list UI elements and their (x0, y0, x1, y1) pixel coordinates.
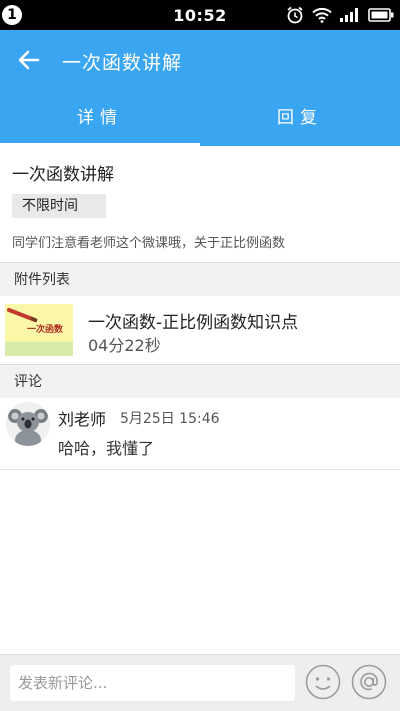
time-limit-tag: 不限时间 (12, 194, 106, 218)
video-thumbnail: 一次函数 (5, 304, 73, 356)
attachment-title: 一次函数-正比例函数知识点 (88, 313, 299, 333)
emoji-button[interactable] (305, 664, 341, 700)
wifi-icon (312, 7, 332, 23)
detail-title: 一次函数讲解 (12, 165, 114, 185)
app-bar: 一次函数讲解 (0, 30, 400, 90)
avatar[interactable] (6, 402, 50, 446)
page-title: 一次函数讲解 (62, 52, 183, 74)
koala-avatar-icon (6, 402, 50, 446)
comment-author: 刘老师 (58, 410, 107, 429)
status-bar: 1 10:52 (0, 0, 400, 30)
back-button[interactable] (14, 46, 44, 74)
at-sign-icon (351, 664, 387, 700)
status-icons (286, 6, 394, 24)
comment-text: 哈哈，我懂了 (58, 439, 155, 458)
tab-bar: 详情 回复 (0, 90, 400, 146)
attachment-duration: 04分22秒 (88, 336, 161, 355)
attachment-item[interactable]: 一次函数 一次函数-正比例函数知识点 04分22秒 (0, 298, 400, 364)
tab-details[interactable]: 详情 (0, 90, 200, 146)
arrow-left-icon (18, 50, 40, 70)
signal-icon (340, 8, 358, 22)
alarm-icon (287, 6, 303, 24)
comments-header: 评论 (0, 364, 400, 398)
thumbnail-text: 一次函数 (27, 325, 64, 335)
comment-time: 5月25日 15:46 (120, 411, 220, 427)
comment-input[interactable] (10, 665, 295, 701)
comment-item: 刘老师 5月25日 15:46 哈哈，我懂了 (0, 398, 400, 470)
compose-bar (0, 654, 400, 711)
active-tab-indicator (0, 143, 200, 147)
smiley-icon (305, 664, 341, 700)
tab-replies[interactable]: 回复 (200, 90, 400, 146)
mention-button[interactable] (351, 664, 387, 700)
battery-icon (368, 8, 394, 22)
detail-description: 同学们注意看老师这个微课哦，关于正比例函数 (12, 236, 286, 251)
attachments-header: 附件列表 (0, 262, 400, 296)
